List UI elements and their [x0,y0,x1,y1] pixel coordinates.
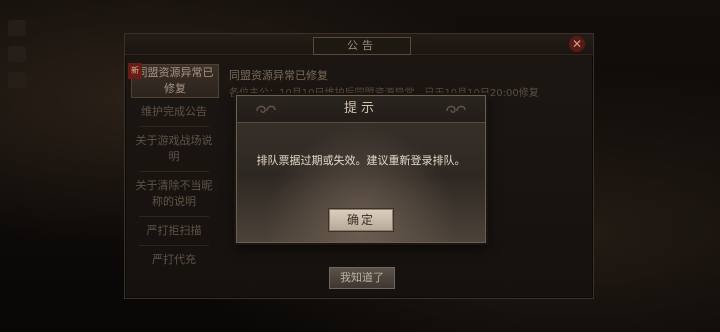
announcement-sidebar: 新 同盟资源异常已修复 维护完成公告 关于游戏战场说明 关于清除不当昵称的说明 … [128,63,219,274]
prompt-message: 排队票据过期或失效。建议重新登录排队。 [256,154,466,167]
prompt-header: 提示 [237,96,485,123]
close-icon[interactable]: ✕ [569,36,585,52]
side-menu-icon[interactable] [8,20,26,36]
tab-label: 关于清除不当昵称的说明 [135,179,213,208]
sidebar-divider [139,171,209,172]
confirm-button[interactable]: 确定 [329,209,393,231]
tab-label: 关于游戏战场说明 [135,134,213,163]
announcement-titlebar: 公告 ✕ [125,34,593,55]
got-it-button[interactable]: 我知道了 [329,267,395,289]
announcement-tab-battlefield[interactable]: 关于游戏战场说明 [131,133,217,165]
announcement-tab-anti-recharge[interactable]: 严打代充 [131,252,217,268]
sidebar-divider [139,216,209,217]
announcement-content-title: 同盟资源异常已修复 [229,69,328,82]
announcement-tab-anti-scan[interactable]: 严打拒扫描 [131,223,217,239]
tab-label: 严打代充 [152,253,196,266]
announcement-tab-resource-fixed[interactable]: 新 同盟资源异常已修复 [128,63,219,98]
side-menu-icon[interactable] [8,46,26,62]
sidebar-divider [139,245,209,246]
sidebar-divider [139,126,209,127]
prompt-dialog: 提示 排队票据过期或失效。建议重新登录排队。 确定 [236,95,486,243]
side-menu-icon[interactable] [8,72,26,88]
cloud-ornament-icon [446,105,466,113]
announcement-title: 公告 [313,37,411,55]
tab-label: 维护完成公告 [141,105,207,118]
tab-label: 严打拒扫描 [146,224,202,237]
announcement-tab-maintenance[interactable]: 维护完成公告 [131,104,217,120]
tab-label: 同盟资源异常已修复 [136,66,214,95]
announcement-tab-nickname[interactable]: 关于清除不当昵称的说明 [131,178,217,210]
new-badge: 新 [128,63,142,79]
